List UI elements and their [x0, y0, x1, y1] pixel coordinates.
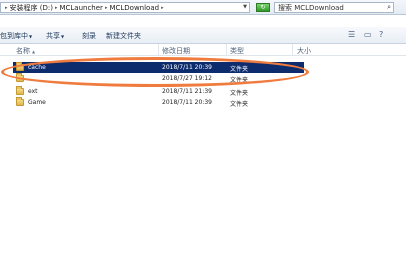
chevron-down-icon: ▼ [29, 34, 33, 39]
list-item[interactable]: 2018/7/27 19:12 文件夹 [13, 73, 248, 84]
file-type: 文件夹 [230, 101, 249, 108]
file-type: 文件夹 [230, 90, 249, 97]
list-item[interactable]: ext 2018/7/11 21:39 文件夹 [13, 86, 248, 97]
folder-icon [16, 97, 24, 106]
list-item-selection-extension[interactable]: 文件夹 [228, 62, 304, 73]
chevron-right-icon[interactable]: ▸ [5, 5, 8, 11]
file-date: 2018/7/11 21:39 [162, 88, 212, 95]
file-name: cache [28, 64, 46, 71]
folder-icon [16, 73, 24, 82]
column-header-bar: 名称 ▲ 修改日期 类型 大小 [0, 44, 406, 56]
file-date: 2018/7/11 20:39 [162, 99, 212, 106]
file-type: 文件夹 [230, 66, 249, 73]
refresh-button[interactable]: ↻ [256, 3, 270, 12]
chevron-right-icon[interactable]: ▸ [161, 5, 164, 11]
folder-icon [16, 62, 24, 71]
column-divider[interactable] [226, 44, 227, 56]
column-header-type[interactable]: 类型 [230, 46, 244, 56]
list-item[interactable]: cache 2018/7/11 20:39 [13, 62, 228, 73]
column-header-name[interactable]: 名称 ▲ [16, 46, 35, 56]
file-type: 文件夹 [230, 77, 249, 84]
search-placeholder: 搜索 MCLDownload [278, 3, 344, 12]
address-bar: ▸ 安装程序 (D:) ▸ MCLauncher ▸ MCLDownload ▸… [0, 0, 406, 15]
new-folder-button[interactable]: 新建文件夹 [106, 31, 141, 41]
file-name: ext [28, 88, 38, 95]
file-date: 2018/7/27 19:12 [162, 75, 212, 82]
command-toolbar: 包到库中▼ 共享▼ 刻录 新建文件夹 ☰ ▭ ? [0, 27, 406, 44]
column-divider[interactable] [158, 44, 159, 56]
help-icon[interactable]: ? [379, 30, 383, 39]
chevron-down-icon[interactable]: ▼ [243, 4, 247, 10]
chevron-down-icon: ▼ [61, 34, 65, 39]
breadcrumb[interactable]: ▸ 安装程序 (D:) ▸ MCLauncher ▸ MCLDownload ▸… [0, 2, 250, 13]
preview-pane-icon[interactable]: ▭ [364, 30, 372, 39]
file-date: 2018/7/11 20:39 [162, 64, 212, 71]
file-name: Game [28, 99, 46, 106]
list-item[interactable]: Game 2018/7/11 20:39 文件夹 [13, 97, 248, 108]
column-header-size[interactable]: 大小 [297, 46, 311, 56]
sort-arrow-icon: ▲ [32, 49, 36, 54]
burn-button[interactable]: 刻录 [82, 31, 96, 41]
column-header-date[interactable]: 修改日期 [162, 46, 190, 56]
view-options-icon[interactable]: ☰ [348, 30, 355, 39]
breadcrumb-item-mcldownload[interactable]: MCLDownload [109, 4, 159, 12]
folder-icon [16, 86, 24, 95]
search-icon[interactable]: ⌕ [387, 3, 391, 12]
chevron-right-icon[interactable]: ▸ [105, 5, 108, 11]
share-button[interactable]: 共享▼ [46, 31, 64, 41]
breadcrumb-item-drive[interactable]: 安装程序 (D:) [10, 3, 53, 12]
chevron-right-icon[interactable]: ▸ [55, 5, 58, 11]
breadcrumb-item-mclauncher[interactable]: MCLauncher [59, 4, 102, 12]
column-divider[interactable] [292, 44, 293, 56]
search-input[interactable]: 搜索 MCLDownload ⌕ [274, 2, 394, 13]
include-in-library-button[interactable]: 包到库中▼ [0, 31, 32, 41]
